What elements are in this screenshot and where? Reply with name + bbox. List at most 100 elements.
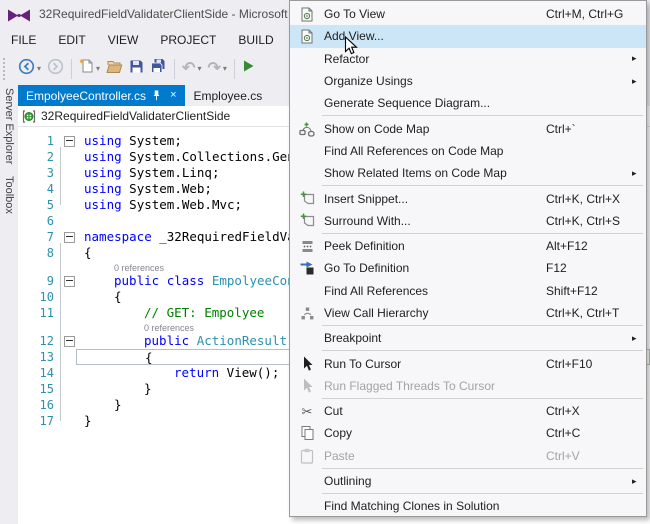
breadcrumb-project-label[interactable]: 32RequiredFieldValidaterClientSide — [41, 109, 230, 123]
collapse-icon[interactable] — [64, 136, 75, 147]
toolbar-grip[interactable] — [3, 58, 9, 80]
code-token: View(); — [219, 365, 279, 380]
menu-item-insert-snippet[interactable]: Insert Snippet...Ctrl+K, Ctrl+X — [290, 187, 646, 209]
fold-gutter — [62, 305, 76, 321]
menu-item-show-related-items-on-code-map[interactable]: Show Related Items on Code Map▸ — [290, 162, 646, 184]
collapse-icon[interactable] — [64, 276, 75, 287]
code-token: System; — [122, 133, 182, 148]
code-token: // GET: Empolyee — [144, 305, 264, 320]
code-token: { — [84, 245, 92, 260]
copy-icon — [290, 425, 324, 441]
line-number: 15 — [18, 381, 62, 397]
menu-item-show-on-code-map[interactable]: Show on Code MapCtrl+` — [290, 117, 646, 139]
codelens-references[interactable]: 0 references — [114, 263, 164, 273]
collapse-icon[interactable] — [64, 232, 75, 243]
start-debugging-button[interactable] — [239, 56, 258, 82]
open-file-button[interactable] — [103, 56, 126, 82]
menu-item-organize-usings[interactable]: Organize Usings▸ — [290, 70, 646, 92]
fold-gutter — [62, 321, 76, 333]
submenu-arrow-icon: ▸ — [632, 53, 646, 64]
menu-item-surround-with[interactable]: Surround With...Ctrl+K, Ctrl+S — [290, 210, 646, 232]
submenu-arrow-icon: ▸ — [632, 333, 646, 344]
fold-gutter — [62, 397, 76, 413]
code-token: System.Linq; — [122, 165, 220, 180]
menu-item-go-to-view[interactable]: Go To ViewCtrl+M, Ctrl+G — [290, 3, 646, 25]
code-token: namespace — [84, 229, 152, 244]
nav-back-icon — [18, 58, 35, 80]
dropdown-chevron-icon[interactable]: ▾ — [197, 64, 201, 73]
line-number: 12 — [18, 333, 62, 349]
menu-item-refactor[interactable]: Refactor▸ — [290, 48, 646, 70]
redo-button: ↷▾ — [204, 56, 229, 82]
code-token — [189, 333, 197, 348]
menu-item-view-call-hierarchy[interactable]: View Call HierarchyCtrl+K, Ctrl+T — [290, 302, 646, 324]
menu-item-peek-definition[interactable]: Peek DefinitionAlt+F12 — [290, 235, 646, 257]
menu-item-outlining[interactable]: Outlining▸ — [290, 470, 646, 492]
pin-icon[interactable] — [152, 90, 161, 101]
menu-item-add-view[interactable]: Add View... — [290, 25, 646, 47]
menu-separator — [322, 398, 643, 399]
menu-item-find-matching-clones-in-solution[interactable]: Find Matching Clones in Solution — [290, 495, 646, 517]
menu-shortcut: Ctrl+F10 — [546, 357, 632, 371]
menu-item-find-all-references[interactable]: Find All ReferencesShift+F12 — [290, 280, 646, 302]
collapse-icon[interactable] — [64, 336, 75, 347]
fold-gutter — [62, 365, 76, 381]
code-token: using — [84, 181, 122, 196]
surround-icon — [290, 213, 324, 228]
close-icon[interactable]: × — [167, 89, 179, 102]
line-number: 2 — [18, 149, 62, 165]
save-button[interactable] — [126, 56, 147, 82]
menu-shortcut: Ctrl+M, Ctrl+G — [546, 7, 632, 21]
line-number: 4 — [18, 181, 62, 197]
menu-item-breakpoint[interactable]: Breakpoint ▸ — [290, 327, 646, 349]
menu-item-label: Find All References — [324, 284, 546, 298]
snippet-icon — [290, 191, 324, 206]
menu-item-label: Cut — [324, 404, 546, 418]
save-all-button[interactable] — [147, 56, 170, 82]
menu-shortcut: Ctrl+V — [546, 449, 632, 463]
code-token: using — [84, 165, 122, 180]
menubar-item-file[interactable]: FILE — [0, 29, 47, 51]
codelens-references[interactable]: 0 references — [144, 323, 194, 333]
run-to-cursor-icon — [290, 356, 324, 372]
side-tab-toolbox[interactable]: Toolbox — [3, 176, 15, 214]
open-file-icon — [106, 59, 123, 79]
tab-label: EmpolyeeController.cs — [26, 89, 146, 103]
navigate-backward-button[interactable]: ▾ — [15, 56, 44, 82]
line-number: 11 — [18, 305, 62, 321]
menu-item-cut[interactable]: ✂CutCtrl+X — [290, 400, 646, 422]
menu-item-label: Run To Cursor — [324, 357, 546, 371]
menubar-item-build[interactable]: BUILD — [227, 29, 284, 51]
nav-fwd-icon — [47, 58, 64, 80]
fold-gutter — [62, 261, 76, 273]
code-token: { — [145, 350, 153, 365]
tab-empolyeecontroller-cs[interactable]: EmpolyeeController.cs × — [18, 85, 185, 106]
menu-item-copy[interactable]: CopyCtrl+C — [290, 422, 646, 444]
menu-item-label: Generate Sequence Diagram... — [324, 96, 546, 110]
menu-item-label: Show Related Items on Code Map — [324, 166, 546, 180]
tab-employee-cs[interactable]: Employee.cs — [185, 85, 272, 106]
toolbar-separator — [174, 59, 175, 79]
menu-item-label: Breakpoint — [324, 331, 546, 345]
menu-shortcut: Ctrl+K, Ctrl+S — [546, 214, 632, 228]
menubar-item-edit[interactable]: EDIT — [47, 29, 96, 51]
menu-item-generate-sequence-diagram[interactable]: Generate Sequence Diagram... — [290, 92, 646, 114]
menu-item-label: Peek Definition — [324, 239, 546, 253]
menu-item-go-to-definition[interactable]: Go To DefinitionF12 — [290, 257, 646, 279]
new-file-icon — [79, 58, 94, 79]
dropdown-chevron-icon[interactable]: ▾ — [96, 64, 100, 73]
go-to-definition-icon — [290, 261, 324, 276]
new-file-button[interactable]: ▾ — [76, 56, 103, 82]
tab-label: Employee.cs — [194, 89, 263, 103]
menu-shortcut: F12 — [546, 261, 632, 275]
menubar-item-view[interactable]: VIEW — [97, 29, 150, 51]
code-token — [204, 273, 212, 288]
fold-gutter — [62, 229, 76, 245]
menu-item-find-all-references-on-code-map[interactable]: Find All References on Code Map — [290, 140, 646, 162]
code-token: public — [114, 273, 159, 288]
menubar-item-project[interactable]: PROJECT — [149, 29, 227, 51]
dropdown-chevron-icon[interactable]: ▾ — [223, 64, 227, 73]
dropdown-chevron-icon[interactable]: ▾ — [37, 64, 41, 73]
menu-item-run-to-cursor[interactable]: Run To CursorCtrl+F10 — [290, 352, 646, 374]
side-tab-server-explorer[interactable]: Server Explorer — [3, 88, 15, 164]
